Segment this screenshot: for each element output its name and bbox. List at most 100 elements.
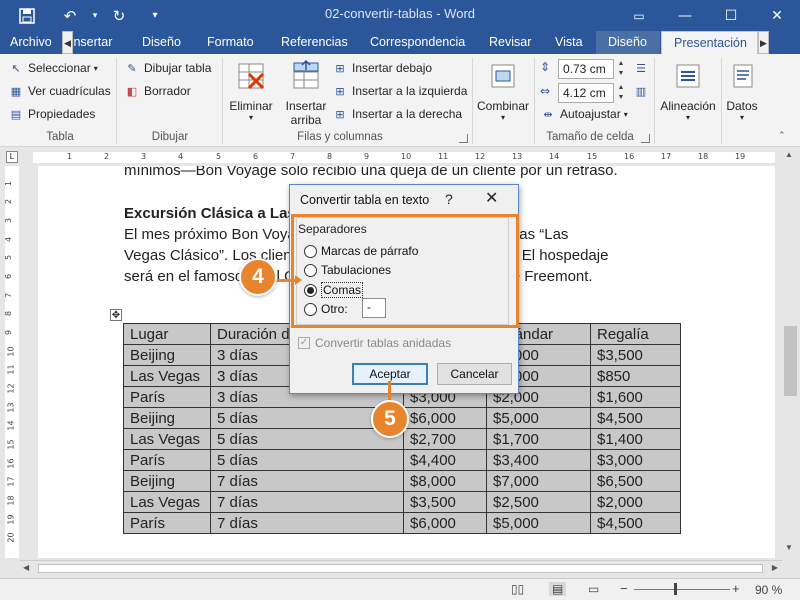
tab-formato[interactable]: Formato xyxy=(207,31,254,54)
table-cell[interactable]: $6,000 xyxy=(403,512,487,534)
table-cell[interactable]: $4,400 xyxy=(403,449,487,471)
table-cell[interactable]: $7,000 xyxy=(486,470,591,492)
table-cell[interactable]: $8,000 xyxy=(403,470,487,492)
dialog-launcher-icon[interactable] xyxy=(459,134,468,143)
table-cell[interactable]: Las Vegas xyxy=(123,365,211,387)
tab-revisar[interactable]: Revisar xyxy=(489,31,531,54)
tab-archivo[interactable]: Archivo xyxy=(10,31,52,54)
help-button[interactable]: ? xyxy=(445,191,453,207)
combinar-button[interactable]: Combinar ▾ xyxy=(474,60,532,122)
table-cell[interactable]: 5 días xyxy=(210,449,404,471)
tab-insertar[interactable]: Insertar xyxy=(70,31,115,54)
scroll-down-icon[interactable]: ▼ xyxy=(785,543,793,552)
zoom-slider-thumb[interactable] xyxy=(674,583,677,595)
insertar-arriba-button[interactable]: Insertar arriba xyxy=(280,59,332,127)
table-move-handle-icon[interactable]: ✥ xyxy=(110,309,122,321)
column-width-field[interactable]: 4.12 cm xyxy=(558,83,614,103)
table-cell[interactable]: $1,700 xyxy=(486,428,591,450)
table-cell[interactable]: París xyxy=(123,449,211,471)
close-button[interactable]: ✕ xyxy=(754,0,800,31)
table-cell[interactable]: 7 días xyxy=(210,470,404,492)
distribute-columns-button[interactable]: ▥ xyxy=(633,83,653,99)
horizontal-scrollbar-thumb[interactable] xyxy=(38,564,763,573)
row-height-spinner-icon[interactable]: ▲ ▼ xyxy=(615,59,627,79)
table-cell[interactable]: Beijing xyxy=(123,470,211,492)
table-cell[interactable]: Beijing xyxy=(123,407,211,429)
row-height-field[interactable]: 0.73 cm xyxy=(558,59,614,79)
tabs-scroll-left-icon[interactable]: ◀ xyxy=(62,31,73,54)
scroll-right-icon[interactable]: ▶ xyxy=(772,563,778,572)
table-cell[interactable]: Beijing xyxy=(123,344,211,366)
print-layout-icon[interactable]: ▤ xyxy=(549,582,567,596)
read-mode-icon[interactable]: ▯▯ xyxy=(511,582,524,596)
tab-diseno-tabla[interactable]: Diseño xyxy=(596,31,660,54)
table-cell[interactable]: $1,400 xyxy=(590,428,681,450)
scroll-up-icon[interactable]: ▲ xyxy=(785,150,793,159)
table-cell[interactable]: $2,000 xyxy=(590,491,681,513)
web-layout-icon[interactable]: ▭ xyxy=(588,582,599,596)
cancelar-button[interactable]: Cancelar xyxy=(437,363,512,385)
scrollbar-thumb[interactable] xyxy=(784,326,797,396)
ruler-tick-label: 2 xyxy=(4,198,14,205)
table-cell[interactable]: $3,500 xyxy=(403,491,487,513)
table-cell[interactable]: $2,500 xyxy=(486,491,591,513)
vertical-ruler[interactable]: 1 2 3 4 5 6 7 8 9 10 11 12 13 14 15 16 17 18 19 20 xyxy=(4,166,19,558)
table-cell[interactable]: $4,500 xyxy=(590,407,681,429)
table-cell[interactable]: $3,000 xyxy=(590,449,681,471)
scroll-left-icon[interactable]: ◀ xyxy=(23,563,29,572)
table-cell[interactable]: $4,500 xyxy=(590,512,681,534)
insertar-izquierda-button[interactable]: ⊞ Insertar a la izquierda xyxy=(332,83,467,99)
propiedades-button[interactable]: ▤ Propiedades xyxy=(8,106,96,122)
table-cell[interactable]: 5 días xyxy=(210,428,404,450)
table-cell[interactable]: $1,600 xyxy=(590,386,681,408)
eliminar-button[interactable]: Eliminar ▾ xyxy=(226,60,276,122)
ribbon-display-icon[interactable]: ▭ xyxy=(616,0,662,31)
tabs-scroll-right-icon[interactable]: ▶ xyxy=(758,31,769,54)
horizontal-ruler[interactable]: 1 2 3 4 5 6 7 8 9 10 11 12 13 14 15 16 17 18 19 xyxy=(33,152,775,163)
table-cell[interactable]: Lugar xyxy=(123,323,211,345)
autoajustar-button[interactable]: ⇹ Autoajustar ▾ xyxy=(540,106,627,122)
borrador-button[interactable]: ◧ Borrador xyxy=(124,83,191,99)
tab-correspondencia[interactable]: Correspondencia xyxy=(370,31,465,54)
ver-cuadriculas-button[interactable]: ▦ Ver cuadrículas xyxy=(8,83,111,99)
tab-referencias[interactable]: Referencias xyxy=(281,31,348,54)
table-cell[interactable]: Regalía xyxy=(590,323,681,345)
table-cell[interactable]: $6,500 xyxy=(590,470,681,492)
maximize-button[interactable]: ☐ xyxy=(708,0,754,31)
collapse-ribbon-icon[interactable]: ⌃ xyxy=(778,130,786,141)
tab-selector-icon[interactable]: L xyxy=(6,151,18,163)
table-cell[interactable]: Las Vegas xyxy=(123,491,211,513)
tab-presentacion[interactable]: Presentación xyxy=(661,31,758,54)
minimize-button[interactable]: — xyxy=(662,0,708,31)
table-cell[interactable]: París xyxy=(123,386,211,408)
tab-vista[interactable]: Vista xyxy=(555,31,583,54)
table-cell[interactable]: 7 días xyxy=(210,512,404,534)
table-cell[interactable]: 7 días xyxy=(210,491,404,513)
tab-diseno[interactable]: Diseño xyxy=(142,31,181,54)
zoom-level[interactable]: 90 % xyxy=(755,583,782,597)
datos-button[interactable]: Datos ▾ xyxy=(722,60,762,122)
ruler-tick-label: 18 xyxy=(6,495,16,506)
distribute-rows-button[interactable]: ☰ xyxy=(633,60,653,76)
table-cell[interactable]: $5,000 xyxy=(486,407,591,429)
table-cell[interactable]: $3,400 xyxy=(486,449,591,471)
zoom-in-icon[interactable]: + xyxy=(732,581,740,596)
horizontal-scrollbar[interactable]: ◀ ▶ xyxy=(20,560,782,577)
insertar-derecha-button[interactable]: ⊞ Insertar a la derecha xyxy=(332,106,462,122)
close-icon[interactable]: ✕ xyxy=(485,188,498,207)
dibujar-tabla-button[interactable]: ✎ Dibujar tabla xyxy=(124,60,211,76)
seleccionar-button[interactable]: ↖ Seleccionar ▾ xyxy=(8,60,97,76)
alineacion-button[interactable]: Alineación ▾ xyxy=(656,60,720,122)
column-width-spinner-icon[interactable]: ▲ ▼ xyxy=(615,83,627,103)
table-cell[interactable]: $2,700 xyxy=(403,428,487,450)
table-cell[interactable]: $850 xyxy=(590,365,681,387)
zoom-slider[interactable] xyxy=(634,589,730,590)
table-cell[interactable]: $5,000 xyxy=(486,512,591,534)
table-cell[interactable]: París xyxy=(123,512,211,534)
dialog-launcher-icon[interactable] xyxy=(641,134,650,143)
table-cell[interactable]: $3,500 xyxy=(590,344,681,366)
table-cell[interactable]: Las Vegas xyxy=(123,428,211,450)
insertar-debajo-button[interactable]: ⊞ Insertar debajo xyxy=(332,60,432,76)
zoom-out-icon[interactable]: − xyxy=(620,581,628,596)
table-cell[interactable]: $6,000 xyxy=(403,407,487,429)
